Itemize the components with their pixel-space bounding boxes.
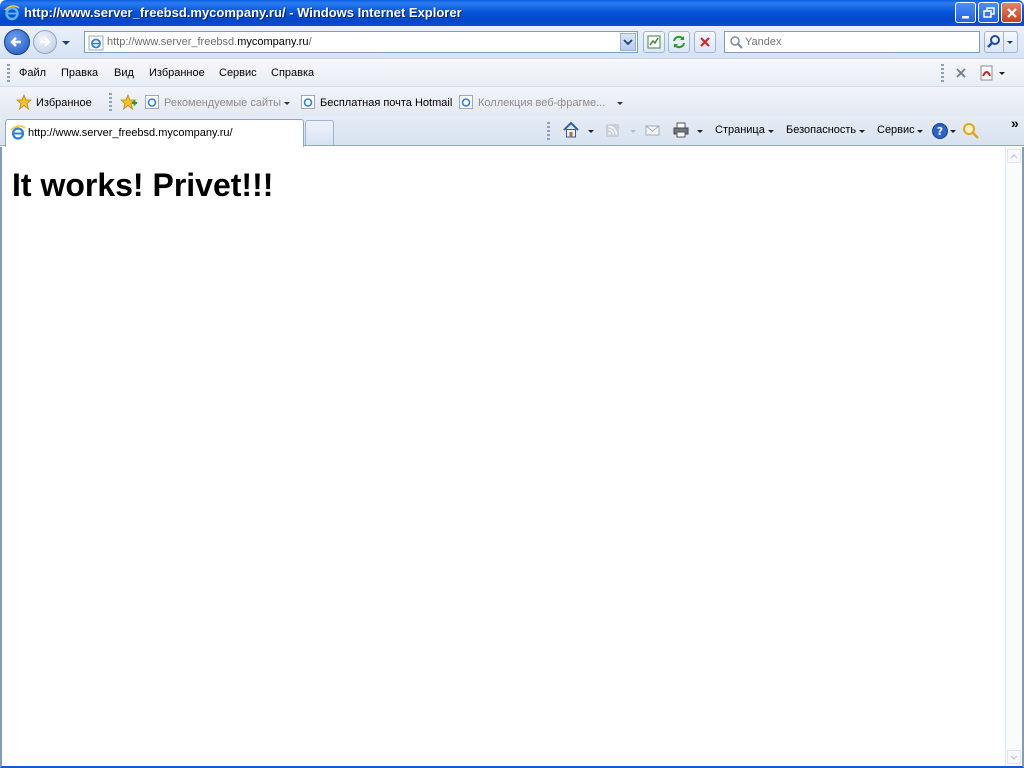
pdf-convert-icon[interactable]: [978, 64, 996, 82]
close-icon: [1007, 8, 1017, 18]
chevron-down-icon: [623, 39, 633, 46]
navigation-bar: http://www.server_freebsd.mycompany.ru/: [0, 26, 1024, 58]
ie-page-icon: [301, 95, 315, 109]
search-input[interactable]: [745, 34, 975, 50]
printer-icon[interactable]: [672, 121, 690, 139]
safety-menu-button[interactable]: Безопасность: [786, 124, 856, 136]
toolbar-grip[interactable]: [547, 122, 550, 140]
chevron-down-icon[interactable]: [767, 129, 775, 135]
stop-button[interactable]: [694, 31, 716, 53]
search-box[interactable]: [724, 31, 980, 53]
menu-file[interactable]: Файл: [19, 67, 46, 79]
refresh-button[interactable]: [668, 31, 690, 53]
restore-icon: [983, 7, 995, 18]
mail-icon[interactable]: [645, 124, 661, 138]
command-bar-overflow[interactable]: »: [1011, 115, 1019, 131]
add-favorite-icon[interactable]: [120, 94, 138, 110]
ie-logo-icon: [4, 5, 20, 21]
stop-icon: [700, 37, 710, 47]
favorites-button[interactable]: Избранное: [36, 97, 92, 109]
magnifier-icon: [987, 35, 1000, 48]
compatibility-view-button[interactable]: [643, 31, 665, 53]
svg-text:?: ?: [937, 125, 943, 138]
menu-favorites[interactable]: Избранное: [149, 67, 205, 79]
window-title: http://www.server_freebsd.mycompany.ru/ …: [24, 5, 462, 20]
scroll-up-button[interactable]: [1007, 149, 1021, 163]
search-button[interactable]: [984, 31, 1004, 53]
fav-link-suggested-sites[interactable]: Рекомендуемые сайты: [164, 97, 281, 109]
favorites-star-icon: [16, 94, 32, 110]
tab-title: http://www.server_freebsd.mycompany.ru/: [28, 127, 233, 139]
chevron-down-icon[interactable]: [696, 129, 704, 135]
ie-page-icon: [145, 95, 159, 109]
tools-menu-button[interactable]: Сервис: [877, 124, 915, 136]
recent-pages-chevron-down-icon[interactable]: [60, 38, 72, 48]
tab-current-page[interactable]: http://www.server_freebsd.mycompany.ru/: [5, 119, 304, 147]
refresh-icon: [673, 35, 685, 49]
home-icon[interactable]: [562, 121, 580, 139]
scroll-down-button[interactable]: [1007, 750, 1021, 764]
address-text: http://www.server_freebsd.mycompany.ru/: [107, 36, 312, 48]
tab-row: http://www.server_freebsd.mycompany.ru/ …: [0, 115, 1024, 147]
page-menu-button[interactable]: Страница: [715, 124, 765, 136]
restore-button[interactable]: [978, 2, 999, 23]
search-provider-icon: [730, 36, 743, 49]
help-icon[interactable]: ?: [931, 122, 949, 140]
close-toolbar-icon[interactable]: [955, 67, 967, 79]
rss-icon[interactable]: [605, 123, 621, 139]
chevron-down-icon[interactable]: [916, 129, 924, 135]
close-window-button[interactable]: [1001, 2, 1022, 23]
ie-page-icon: [459, 95, 473, 109]
chevron-down-icon[interactable]: [587, 129, 595, 135]
chevron-down-icon[interactable]: [858, 129, 866, 135]
chevron-up-icon: [1010, 153, 1018, 159]
toolbar-grip[interactable]: [941, 64, 944, 82]
fav-link-web-slice-gallery[interactable]: Коллекция веб-фрагме...: [478, 97, 605, 109]
fav-link-hotmail[interactable]: Бесплатная почта Hotmail: [320, 97, 452, 109]
page-heading: It works! Privet!!!: [12, 167, 274, 203]
title-bar: http://www.server_freebsd.mycompany.ru/ …: [0, 0, 1024, 26]
favorites-bar: Избранное Рекомендуемые сайты Бесплатная…: [0, 86, 1024, 116]
minimize-button[interactable]: [955, 2, 976, 23]
search-options-button[interactable]: [1004, 31, 1018, 53]
toolbar-grip[interactable]: [7, 64, 10, 82]
chevron-down-icon[interactable]: [949, 129, 957, 135]
chevron-down-icon[interactable]: [283, 101, 291, 107]
toolbar-grip[interactable]: [109, 93, 112, 111]
minimize-icon: [962, 16, 969, 19]
menu-view[interactable]: Вид: [114, 67, 134, 79]
ie-logo-icon: [10, 125, 26, 140]
back-button[interactable]: [4, 29, 30, 55]
address-bar[interactable]: http://www.server_freebsd.mycompany.ru/: [84, 31, 638, 53]
chevron-down-icon[interactable]: [616, 101, 624, 107]
chevron-down-icon[interactable]: [998, 71, 1006, 77]
chevron-down-icon[interactable]: [629, 129, 637, 135]
chevron-down-icon: [1010, 755, 1018, 761]
menu-edit[interactable]: Правка: [61, 67, 98, 79]
vertical-scrollbar[interactable]: [1005, 147, 1022, 766]
page-ie-icon: [88, 35, 104, 51]
research-icon[interactable]: [961, 121, 981, 141]
forward-button[interactable]: [33, 30, 57, 54]
address-dropdown-button[interactable]: [620, 33, 636, 51]
chevron-down-icon: [1007, 41, 1013, 44]
compatibility-view-icon: [647, 35, 661, 49]
menu-bar: Файл Правка Вид Избранное Сервис Справка: [0, 58, 1024, 86]
menu-help[interactable]: Справка: [271, 67, 314, 79]
menu-tools[interactable]: Сервис: [219, 67, 257, 79]
forward-arrow-icon: [40, 37, 51, 47]
back-arrow-icon: [10, 37, 21, 47]
page-content: It works! Privet!!!: [0, 147, 1024, 768]
new-tab-button[interactable]: [305, 120, 334, 145]
